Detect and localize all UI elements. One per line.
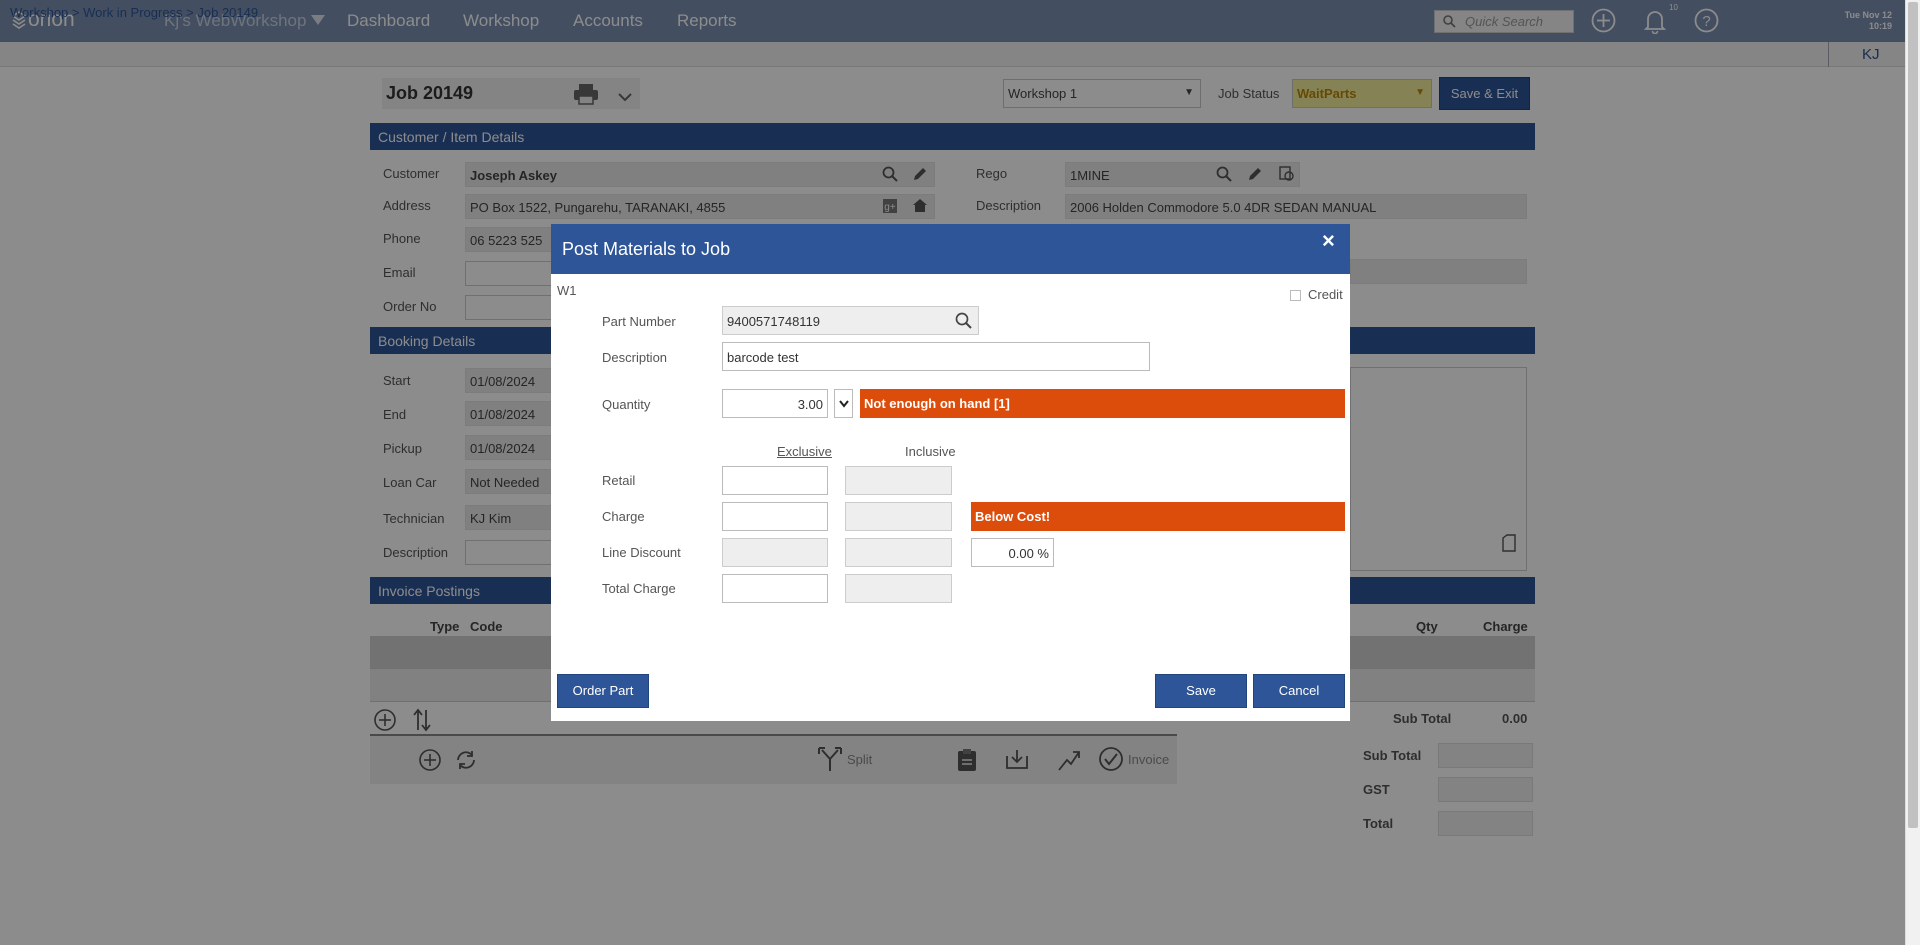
description-label: Description [602, 350, 668, 365]
line-discount-exclusive-field [722, 538, 828, 567]
credit-label[interactable]: Credit [1308, 287, 1343, 302]
description-field[interactable]: barcode test [722, 342, 1150, 371]
save-button[interactable]: Save [1155, 674, 1247, 708]
charge-label: Charge [602, 509, 645, 524]
dialog-title: Post Materials to Job [551, 224, 1350, 274]
retail-label: Retail [602, 473, 636, 488]
charge-inclusive-field [845, 502, 952, 531]
inclusive-header: Inclusive [905, 444, 956, 459]
close-icon[interactable]: × [1322, 228, 1335, 254]
total-charge-label: Total Charge [602, 581, 676, 596]
quantity-label: Quantity [602, 397, 651, 412]
part-number-label: Part Number [602, 314, 676, 329]
retail-inclusive-field [845, 466, 952, 495]
not-enough-on-hand-warning: Not enough on hand [1] [860, 389, 1345, 418]
credit-checkbox[interactable] [1290, 290, 1301, 301]
order-part-button[interactable]: Order Part [557, 674, 649, 708]
part-number-field[interactable]: 9400571748119 [722, 306, 979, 335]
line-discount-label: Line Discount [602, 545, 681, 560]
retail-exclusive-field[interactable] [722, 466, 828, 495]
below-cost-warning: Below Cost! [971, 502, 1345, 531]
discount-percent-field[interactable]: 0.00 % [971, 538, 1054, 567]
total-charge-exclusive-field[interactable] [722, 574, 828, 603]
total-charge-inclusive-field [845, 574, 952, 603]
chevron-down-icon [839, 400, 849, 408]
quantity-field[interactable]: 3.00 [722, 389, 828, 418]
search-icon[interactable] [955, 312, 972, 329]
scrollbar-thumb[interactable] [1908, 2, 1918, 828]
line-discount-inclusive-field [845, 538, 952, 567]
post-materials-dialog: Post Materials to Job × W1 Credit Part N… [551, 224, 1350, 721]
page-scrollbar[interactable] [1905, 0, 1920, 945]
charge-exclusive-field[interactable] [722, 502, 828, 531]
exclusive-header: Exclusive [777, 444, 832, 459]
cancel-button[interactable]: Cancel [1253, 674, 1345, 708]
workshop-code: W1 [557, 283, 577, 298]
quantity-unit-dropdown[interactable] [834, 389, 853, 418]
